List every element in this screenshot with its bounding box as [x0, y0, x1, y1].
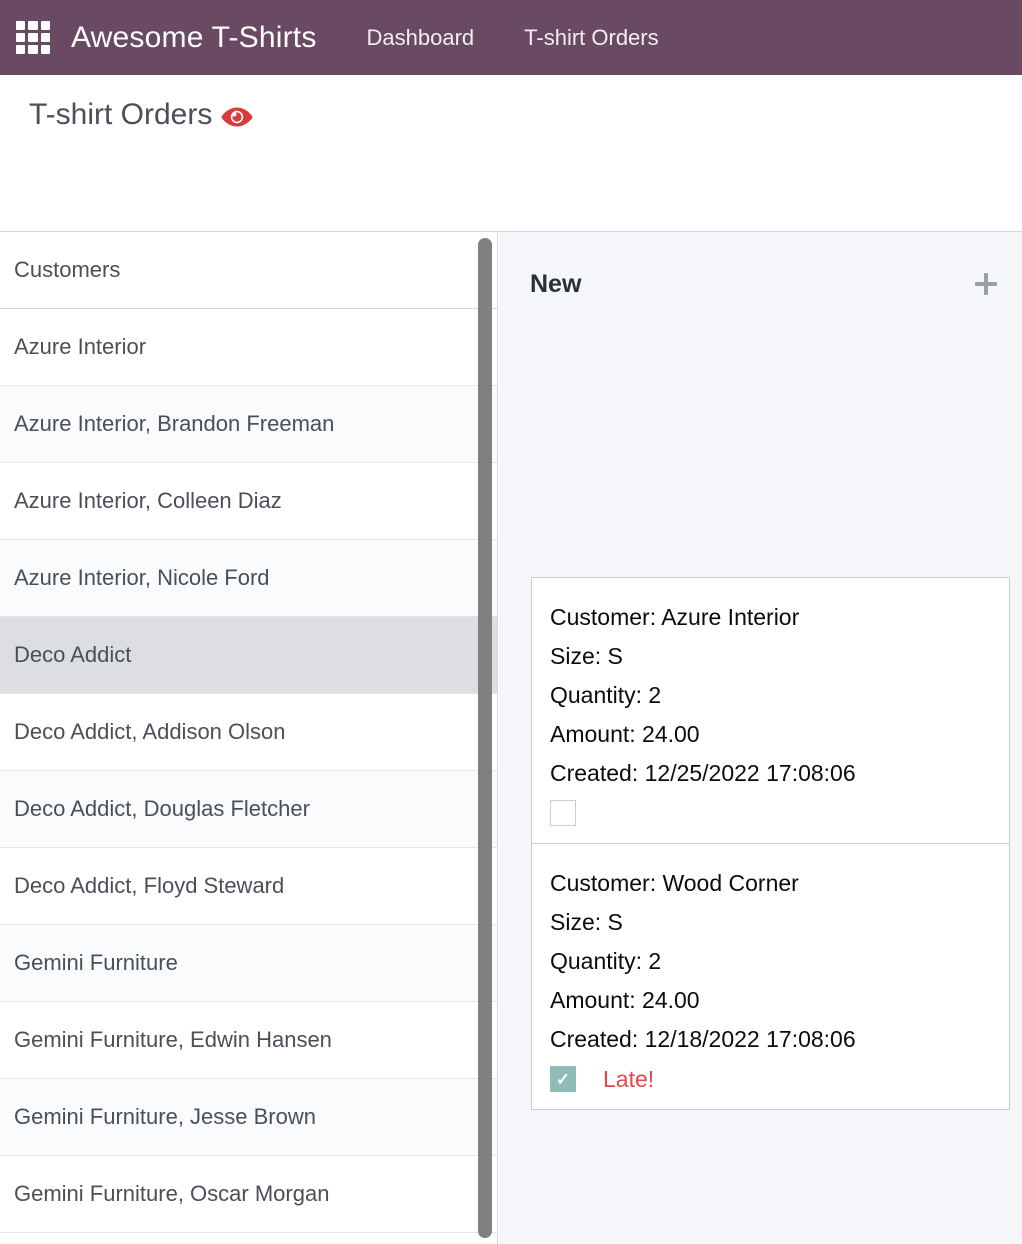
kanban-card[interactable]: Customer: Wood Corner Size: S Quantity: …: [531, 843, 1010, 1110]
kanban-card-stack: Customer: Azure Interior Size: S Quantit…: [531, 578, 1010, 1110]
check-icon: ✓: [556, 1071, 570, 1088]
grid-cell: [28, 33, 37, 42]
list-item[interactable]: Azure Interior, Brandon Freeman: [0, 386, 497, 463]
navbar-links: Dashboard T-shirt Orders: [367, 25, 659, 51]
list-item[interactable]: Deco Addict, Douglas Fletcher: [0, 771, 497, 848]
main-content: Customers Azure Interior Azure Interior,…: [0, 232, 1022, 1244]
grid-cell: [28, 21, 37, 30]
list-item[interactable]: Gemini Furniture: [0, 925, 497, 1002]
eye-icon[interactable]: [221, 106, 253, 128]
grid-cell: [41, 21, 50, 30]
card-quantity: Quantity: 2: [550, 676, 991, 715]
card-size: Size: S: [550, 637, 991, 676]
list-column-header-customers: Customers: [0, 232, 497, 309]
card-checkbox[interactable]: ✓: [550, 800, 576, 826]
apps-grid-icon[interactable]: [16, 21, 50, 55]
card-amount: Amount: 24.00: [550, 981, 991, 1020]
list-item[interactable]: Azure Interior, Colleen Diaz: [0, 463, 497, 540]
control-panel: T-shirt Orders CREATE: [0, 75, 1022, 232]
kanban-column-title: New: [530, 270, 581, 299]
list-item[interactable]: Deco Addict, Floyd Steward: [0, 848, 497, 925]
nav-link-dashboard[interactable]: Dashboard: [367, 25, 475, 51]
grid-cell: [28, 45, 37, 54]
card-created: Created: 12/18/2022 17:08:06: [550, 1020, 991, 1059]
card-footer: ✓ Late!: [550, 1065, 991, 1093]
kanban-column-header: New: [530, 264, 1001, 304]
top-navbar: Awesome T-Shirts Dashboard T-shirt Order…: [0, 0, 1022, 75]
card-footer: ✓: [550, 799, 991, 827]
nav-link-tshirt-orders[interactable]: T-shirt Orders: [524, 25, 658, 51]
grid-cell: [16, 45, 25, 54]
card-amount: Amount: 24.00: [550, 715, 991, 754]
card-size: Size: S: [550, 903, 991, 942]
brand-title[interactable]: Awesome T-Shirts: [71, 21, 317, 55]
grid-cell: [16, 21, 25, 30]
card-quantity: Quantity: 2: [550, 942, 991, 981]
list-item[interactable]: Gemini Furniture, Edwin Hansen: [0, 1002, 497, 1079]
card-customer: Customer: Azure Interior: [550, 598, 991, 637]
list-item[interactable]: Gemini Furniture, Jesse Brown: [0, 1079, 497, 1156]
grid-cell: [41, 45, 50, 54]
late-badge: Late!: [603, 1066, 654, 1093]
card-customer: Customer: Wood Corner: [550, 864, 991, 903]
kanban-card[interactable]: Customer: Azure Interior Size: S Quantit…: [531, 577, 1010, 844]
list-item-selected[interactable]: Deco Addict: [0, 617, 497, 694]
card-created: Created: 12/25/2022 17:08:06: [550, 754, 991, 793]
list-item[interactable]: Azure Interior: [0, 309, 497, 386]
list-item[interactable]: Deco Addict, Addison Olson: [0, 694, 497, 771]
customers-list-panel[interactable]: Customers Azure Interior Azure Interior,…: [0, 232, 498, 1244]
list-item[interactable]: Gemini Furniture, Oscar Morgan: [0, 1156, 497, 1233]
page-title: T-shirt Orders: [29, 98, 212, 132]
page-title-row: T-shirt Orders: [29, 98, 253, 132]
grid-cell: [41, 33, 50, 42]
grid-cell: [16, 33, 25, 42]
list-item[interactable]: Azure Interior, Nicole Ford: [0, 540, 497, 617]
card-checkbox[interactable]: ✓: [550, 1066, 576, 1092]
list-scrollbar-thumb[interactable]: [478, 238, 492, 1238]
plus-icon[interactable]: [971, 269, 1001, 299]
